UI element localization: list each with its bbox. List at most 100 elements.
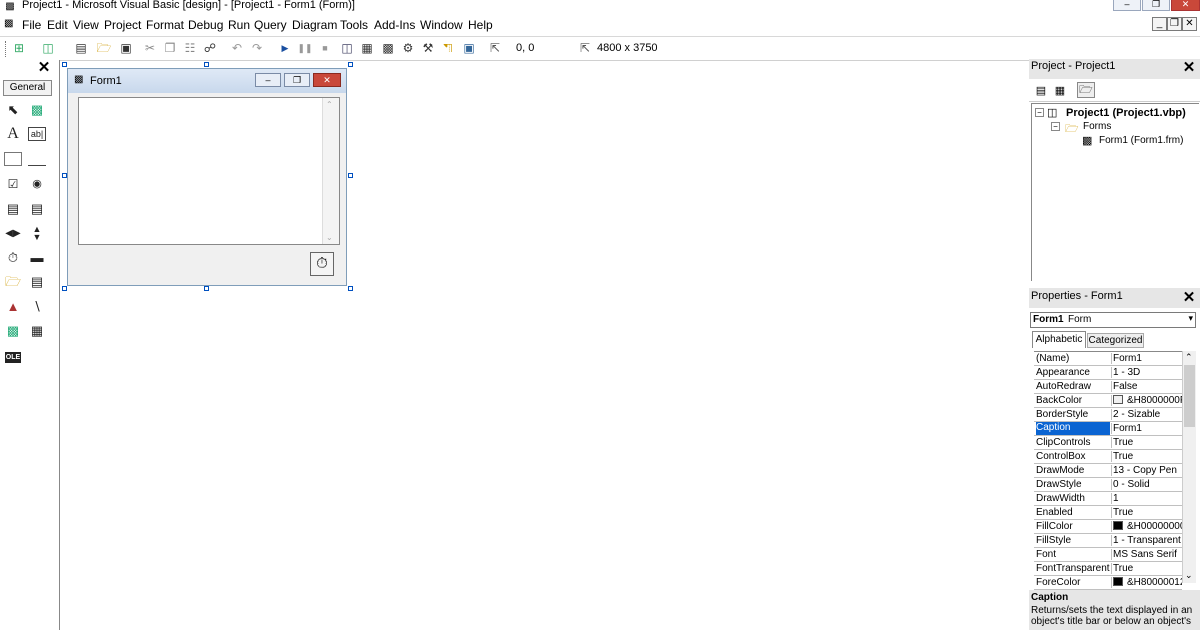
- visual-component-manager-icon[interactable]: ▣: [461, 40, 477, 56]
- property-row[interactable]: DrawWidth 1: [1034, 492, 1182, 506]
- properties-scrollbar[interactable]: ⌃ ⌄: [1182, 351, 1196, 583]
- image-tool-icon[interactable]: ▩: [4, 322, 22, 340]
- menu-query[interactable]: Query: [254, 18, 287, 32]
- find-icon[interactable]: ☍: [202, 40, 218, 56]
- menu-debug[interactable]: Debug: [188, 18, 223, 32]
- data-view-icon[interactable]: ⛠: [440, 40, 456, 56]
- view-code-icon[interactable]: ▤: [1033, 82, 1049, 98]
- forms-folder-node[interactable]: Forms: [1083, 121, 1111, 132]
- property-row[interactable]: DrawMode 13 - Copy Pen: [1034, 464, 1182, 478]
- menu-help[interactable]: Help: [468, 18, 493, 32]
- property-value[interactable]: 1 - Transparent: [1111, 535, 1182, 546]
- menu-view[interactable]: View: [73, 18, 99, 32]
- scroll-up-icon[interactable]: ⌃: [1185, 352, 1193, 363]
- tree-collapse-icon[interactable]: −: [1035, 108, 1044, 117]
- open-project-icon[interactable]: 🗁: [96, 40, 112, 56]
- properties-window-icon[interactable]: ▦: [359, 40, 375, 56]
- property-row[interactable]: BorderStyle 2 - Sizable: [1034, 408, 1182, 422]
- textbox-tool-icon[interactable]: ab|: [28, 127, 46, 141]
- property-row[interactable]: Appearance 1 - 3D: [1034, 366, 1182, 380]
- property-value[interactable]: MS Sans Serif: [1111, 549, 1182, 560]
- dirlistbox-tool-icon[interactable]: 🗁: [4, 273, 22, 291]
- property-value[interactable]: True: [1111, 563, 1182, 574]
- cut-icon[interactable]: ✂: [142, 40, 158, 56]
- form1-node[interactable]: Form1 (Form1.frm): [1099, 135, 1183, 146]
- menu-diagram[interactable]: Diagram: [292, 18, 337, 32]
- form-caption-bar[interactable]: ▩ Form1 – ❐ ✕: [68, 69, 346, 93]
- restore-icon[interactable]: ❐: [1142, 0, 1170, 11]
- optionbutton-tool-icon[interactable]: ◉: [28, 175, 46, 193]
- property-row[interactable]: FillStyle 1 - Transparent: [1034, 534, 1182, 548]
- resize-handle-tr[interactable]: [348, 62, 353, 67]
- form-minimize-icon[interactable]: –: [255, 73, 281, 87]
- listbox-tool-icon[interactable]: ▤: [28, 200, 46, 218]
- tab-alphabetic[interactable]: Alphabetic: [1032, 331, 1086, 348]
- close-icon[interactable]: ✕: [1171, 0, 1200, 11]
- toggle-folders-icon[interactable]: 🗁: [1077, 82, 1095, 98]
- end-icon[interactable]: ■: [317, 40, 333, 56]
- pointer-tool-icon[interactable]: ⬉: [4, 101, 22, 119]
- add-project-icon[interactable]: ⊞: [11, 40, 27, 56]
- form-listbox[interactable]: ⌃ ⌄: [78, 97, 340, 245]
- scroll-down-icon[interactable]: ⌄: [326, 233, 333, 242]
- project-explorer-icon[interactable]: ◫: [339, 40, 355, 56]
- view-object-icon[interactable]: ▦: [1052, 82, 1068, 98]
- property-value[interactable]: 1 - 3D: [1111, 367, 1182, 378]
- resize-handle-br[interactable]: [348, 286, 353, 291]
- property-value[interactable]: 0 - Solid: [1111, 479, 1182, 490]
- save-project-icon[interactable]: ▣: [118, 40, 134, 56]
- project-root-node[interactable]: Project1 (Project1.vbp): [1066, 107, 1186, 119]
- redo-icon[interactable]: ↷: [249, 40, 265, 56]
- menu-edit[interactable]: Edit: [47, 18, 68, 32]
- menu-add-ins[interactable]: Add-Ins: [374, 18, 415, 32]
- minimize-icon[interactable]: –: [1113, 0, 1141, 11]
- menu-editor-icon[interactable]: ▤: [73, 40, 89, 56]
- menu-project[interactable]: Project: [104, 18, 141, 32]
- toolbox-close-icon[interactable]: ✕: [36, 60, 52, 76]
- property-value[interactable]: True: [1111, 437, 1182, 448]
- toolbox-icon[interactable]: ⚒: [420, 40, 436, 56]
- break-icon[interactable]: ❚❚: [297, 40, 313, 56]
- property-row[interactable]: ClipControls True: [1034, 436, 1182, 450]
- property-row[interactable]: ControlBox True: [1034, 450, 1182, 464]
- resize-handle-r[interactable]: [348, 173, 353, 178]
- resize-handle-t[interactable]: [204, 62, 209, 67]
- data-tool-icon[interactable]: ▦: [28, 322, 46, 340]
- form-timer-control-icon[interactable]: ⏱: [310, 252, 334, 276]
- vscrollbar-tool-icon[interactable]: ▲ ▼: [28, 225, 46, 243]
- project-close-icon[interactable]: ✕: [1181, 60, 1197, 76]
- form-maximize-icon[interactable]: ❐: [284, 73, 310, 87]
- mdi-minimize-icon[interactable]: _: [1152, 17, 1167, 31]
- property-value[interactable]: 13 - Copy Pen: [1111, 465, 1182, 476]
- menu-file[interactable]: File: [22, 18, 41, 32]
- property-value[interactable]: True: [1111, 507, 1182, 518]
- properties-close-icon[interactable]: ✕: [1181, 290, 1197, 306]
- commandbutton-tool-icon[interactable]: [28, 152, 46, 166]
- property-row[interactable]: BackColor &H8000000F: [1034, 394, 1182, 408]
- listbox-scrollbar[interactable]: ⌃ ⌄: [322, 98, 339, 244]
- checkbox-tool-icon[interactable]: ☑: [4, 175, 22, 193]
- picturebox-tool-icon[interactable]: ▩: [28, 101, 46, 119]
- paste-icon[interactable]: ☷: [182, 40, 198, 56]
- property-row[interactable]: Enabled True: [1034, 506, 1182, 520]
- form-designer-window[interactable]: ▩ Form1 – ❐ ✕ ⌃ ⌄ ⏱: [67, 68, 347, 286]
- property-value[interactable]: &H8000000F: [1111, 395, 1182, 406]
- label-tool-icon[interactable]: A: [4, 125, 22, 143]
- property-value[interactable]: &H00000000: [1111, 521, 1182, 532]
- mdi-close-icon[interactable]: ✕: [1182, 17, 1197, 31]
- property-row[interactable]: ForeColor &H80000012: [1034, 576, 1182, 590]
- drivelistbox-tool-icon[interactable]: ▬: [28, 249, 46, 267]
- form-layout-icon[interactable]: ▩: [380, 40, 396, 56]
- property-row[interactable]: AutoRedraw False: [1034, 380, 1182, 394]
- tree-collapse-icon[interactable]: −: [1051, 122, 1060, 131]
- undo-icon[interactable]: ↶: [229, 40, 245, 56]
- menu-window[interactable]: Window: [420, 18, 463, 32]
- property-value[interactable]: 1: [1111, 493, 1182, 504]
- shape-tool-icon[interactable]: ▲: [4, 298, 22, 316]
- resize-handle-bl[interactable]: [62, 286, 67, 291]
- line-tool-icon[interactable]: ∖: [28, 298, 46, 316]
- menu-run[interactable]: Run: [228, 18, 250, 32]
- start-icon[interactable]: ▶: [277, 40, 293, 56]
- toolbox-tab-general[interactable]: General: [3, 80, 52, 96]
- chevron-down-icon[interactable]: ▾: [1188, 313, 1193, 324]
